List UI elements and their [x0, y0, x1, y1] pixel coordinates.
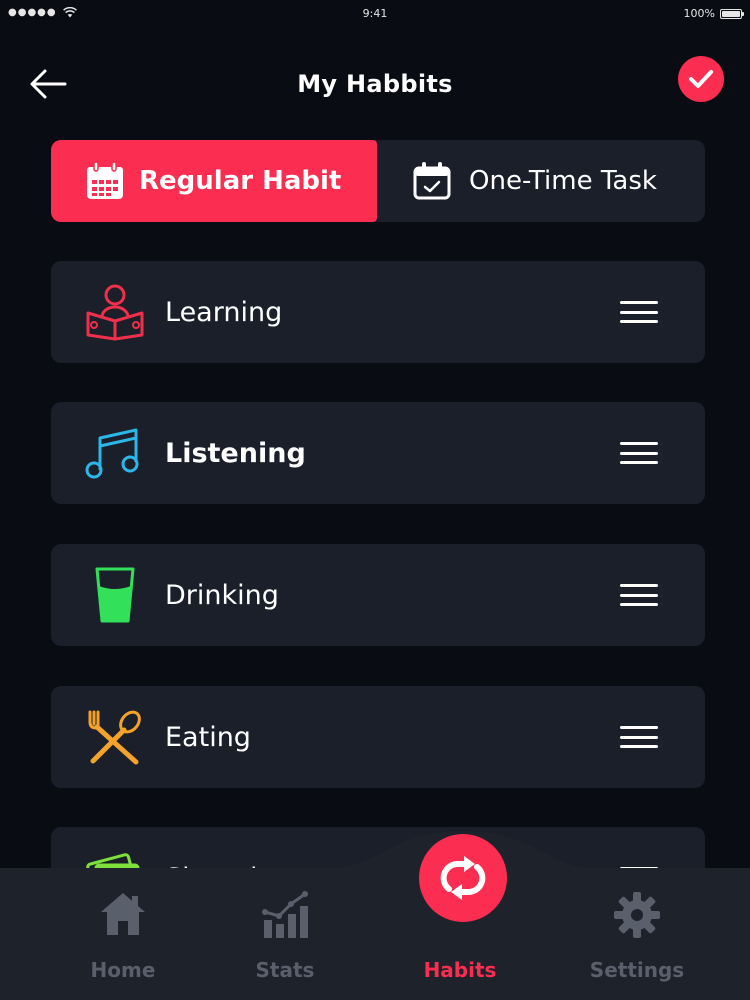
water-glass-icon: [95, 567, 135, 623]
habit-label: Drinking: [165, 579, 279, 611]
header: My Habbits: [0, 50, 750, 120]
habit-icon-container: [84, 708, 146, 766]
drag-handle[interactable]: [617, 722, 661, 752]
page-title: My Habbits: [297, 70, 453, 98]
battery-icon: [720, 8, 744, 19]
habit-icon-container: [84, 424, 146, 482]
one-time-task-label: One-Time Task: [469, 166, 657, 196]
habit-row-learning[interactable]: Learning: [51, 261, 705, 363]
habit-icon-container: [84, 566, 146, 624]
tab-label: Stats: [255, 958, 315, 982]
tab-stats[interactable]: Stats: [210, 868, 360, 1000]
tab-label: Settings: [589, 958, 685, 982]
drag-handle[interactable]: [617, 438, 661, 468]
battery-percent: 100%: [683, 7, 715, 20]
status-right: 100%: [683, 7, 744, 20]
stats-chart-icon: [262, 891, 308, 938]
check-icon: [689, 70, 713, 88]
fork-spoon-icon: [88, 710, 141, 765]
habit-list: Learning Listening Drinking Eating: [51, 261, 705, 870]
tab-icon-container: [562, 890, 712, 940]
habit-label: Shopping: [165, 827, 292, 871]
habit-row-eating[interactable]: Eating: [51, 686, 705, 788]
regular-habit-label: Regular Habit: [139, 166, 342, 196]
drag-handle[interactable]: [617, 580, 661, 610]
tab-regular-habit[interactable]: Regular Habit: [51, 140, 377, 222]
habit-row-listening[interactable]: Listening: [51, 402, 705, 504]
done-button[interactable]: [678, 56, 724, 102]
habit-type-toggle: Regular Habit One-Time Task: [51, 140, 705, 222]
battery-fill: [722, 10, 740, 17]
tab-settings[interactable]: Settings: [562, 868, 712, 1000]
calendar-check-icon: [413, 162, 451, 200]
tab-one-time-task[interactable]: One-Time Task: [377, 140, 705, 222]
tab-icon-container: [48, 890, 198, 938]
habit-row-drinking[interactable]: Drinking: [51, 544, 705, 646]
money-icon: [86, 853, 140, 870]
tab-label: Home: [90, 958, 156, 982]
habit-label: Learning: [165, 296, 283, 328]
habit-label: Listening: [165, 437, 306, 469]
tab-habits[interactable]: Habits: [385, 868, 535, 1000]
calendar-grid-icon: [87, 161, 123, 199]
tab-label: Habits: [423, 958, 497, 982]
habit-icon-container: [84, 849, 146, 870]
status-bar: ●●●●● 9:41 100%: [0, 0, 750, 28]
music-note-icon: [85, 428, 139, 479]
habit-label: Eating: [165, 721, 251, 753]
drag-handle[interactable]: [617, 297, 661, 327]
habit-icon-container: [84, 283, 146, 341]
gear-icon: [614, 892, 660, 938]
tab-home[interactable]: Home: [48, 868, 198, 1000]
tab-icon-container: [210, 890, 360, 940]
home-icon: [101, 893, 145, 935]
status-time: 9:41: [362, 7, 388, 20]
reading-person-icon: [86, 284, 144, 341]
habit-row-shopping[interactable]: Shopping: [51, 827, 705, 870]
